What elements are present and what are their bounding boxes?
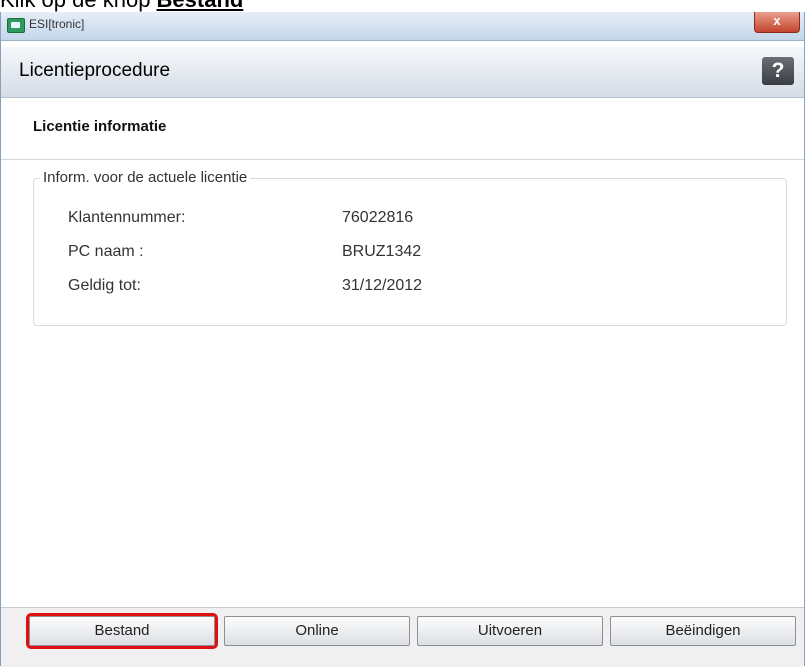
uitvoeren-button[interactable]: Uitvoeren [417, 616, 603, 646]
section-title: Licentie informatie [33, 118, 167, 135]
license-info-group: Inform. voor de actuele licentie Klanten… [33, 169, 787, 326]
customer-number-row: Klantennummer: 76022816 [68, 209, 668, 231]
button-bar: Bestand Online Uitvoeren Beëindigen [1, 607, 804, 667]
pc-name-label: PC naam : [68, 243, 144, 260]
dialog-header: Licentieprocedure ? [1, 47, 804, 98]
group-legend: Inform. voor de actuele licentie [40, 169, 251, 186]
valid-until-row: Geldig tot: 31/12/2012 [68, 277, 668, 299]
customer-number-value: 76022816 [342, 209, 414, 226]
customer-number-label: Klantennummer: [68, 209, 186, 226]
window-title: ESI[tronic] [29, 17, 85, 31]
app-icon [7, 18, 25, 33]
section-header: Licentie informatie [1, 98, 804, 160]
page-title: Licentieprocedure [19, 60, 171, 81]
instruction-text: Klik op de knop Bestand [0, 0, 243, 12]
valid-until-value: 31/12/2012 [342, 277, 423, 294]
online-button[interactable]: Online [224, 616, 410, 646]
instruction-keyword: Bestand [157, 0, 244, 12]
window-titlebar: ESI[tronic] x [1, 12, 804, 41]
pc-name-row: PC naam : BRUZ1342 [68, 243, 668, 265]
help-button[interactable]: ? [762, 57, 794, 85]
license-window: ESI[tronic] x Licentieprocedure ? Licent… [0, 12, 805, 667]
instruction-prefix: Klik op de knop [0, 0, 157, 12]
close-button[interactable]: x [754, 12, 800, 33]
beeindigen-button[interactable]: Beëindigen [610, 616, 796, 646]
pc-name-value: BRUZ1342 [342, 243, 422, 260]
valid-until-label: Geldig tot: [68, 277, 141, 294]
bestand-button[interactable]: Bestand [26, 613, 218, 649]
